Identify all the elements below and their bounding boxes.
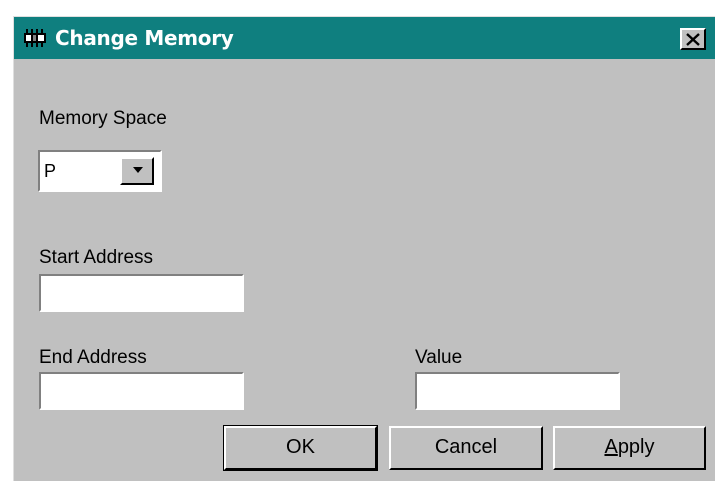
memory-space-dropdown-button[interactable] — [120, 157, 154, 185]
memory-space-label: Memory Space — [39, 108, 167, 129]
memory-space-value: P — [44, 161, 57, 181]
memory-space-select[interactable]: P — [38, 150, 162, 192]
end-address-input[interactable] — [39, 372, 244, 410]
apply-button[interactable]: Apply — [553, 426, 706, 470]
change-memory-dialog: Change Memory Memory Space P Start Addre… — [13, 16, 715, 481]
start-address-input[interactable] — [39, 274, 244, 312]
start-address-label: Start Address — [39, 247, 154, 268]
ok-button[interactable]: OK — [223, 425, 378, 471]
title-bar[interactable]: Change Memory — [14, 17, 715, 59]
apply-label-rest: pply — [617, 436, 655, 458]
close-button[interactable] — [680, 28, 706, 50]
end-address-label: End Address — [39, 347, 147, 368]
dialog-title: Change Memory — [55, 26, 234, 50]
value-input[interactable] — [415, 372, 620, 410]
apply-mnemonic: A — [604, 436, 618, 458]
cancel-button[interactable]: Cancel — [389, 426, 543, 470]
memory-chip-icon — [23, 29, 47, 47]
value-label: Value — [415, 347, 463, 368]
